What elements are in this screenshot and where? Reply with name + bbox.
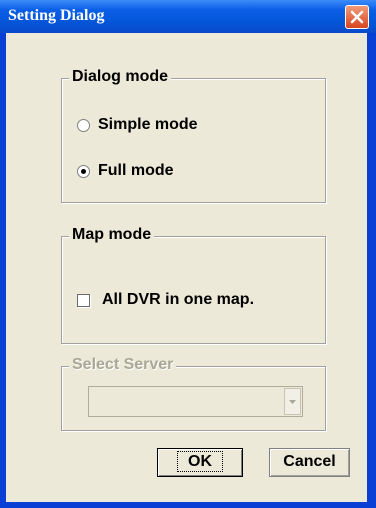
select-server-legend: Select Server: [69, 356, 177, 374]
window-title: Setting Dialog: [8, 7, 105, 24]
all-dvr-label[interactable]: All DVR in one map.: [102, 291, 254, 309]
radio-selected-dot: [81, 169, 86, 174]
dropdown-arrow-button[interactable]: [284, 388, 301, 415]
all-dvr-checkbox-box[interactable]: [77, 294, 90, 307]
map-mode-legend: Map mode: [69, 226, 155, 244]
map-mode-group: Map mode All DVR in one map.: [61, 226, 326, 344]
ok-button-label: OK: [177, 451, 223, 472]
select-server-group: Select Server: [61, 356, 326, 431]
cancel-button[interactable]: Cancel: [269, 448, 350, 477]
ok-button[interactable]: OK: [157, 448, 243, 477]
close-icon: [350, 10, 364, 24]
simple-mode-label[interactable]: Simple mode: [98, 116, 198, 134]
dialog-mode-legend: Dialog mode: [69, 68, 172, 86]
title-bar[interactable]: Setting Dialog: [0, 0, 376, 33]
dialog-client-area: Dialog mode Simple mode Full mode Map mo…: [6, 33, 367, 502]
server-select-dropdown[interactable]: [88, 386, 303, 417]
full-mode-radio[interactable]: Full mode: [77, 161, 247, 181]
simple-mode-radio-circle[interactable]: [77, 119, 90, 132]
setting-dialog-window: Setting Dialog Dialog mode Simple mode F…: [0, 0, 376, 508]
close-button[interactable]: [345, 5, 369, 29]
full-mode-radio-circle[interactable]: [77, 165, 90, 178]
full-mode-label[interactable]: Full mode: [98, 162, 174, 180]
dialog-mode-group: Dialog mode Simple mode Full mode: [61, 68, 326, 203]
all-dvr-checkbox[interactable]: All DVR in one map.: [77, 290, 307, 310]
simple-mode-radio[interactable]: Simple mode: [77, 115, 247, 135]
chevron-down-icon: [289, 400, 296, 404]
cancel-button-label: Cancel: [283, 453, 336, 470]
